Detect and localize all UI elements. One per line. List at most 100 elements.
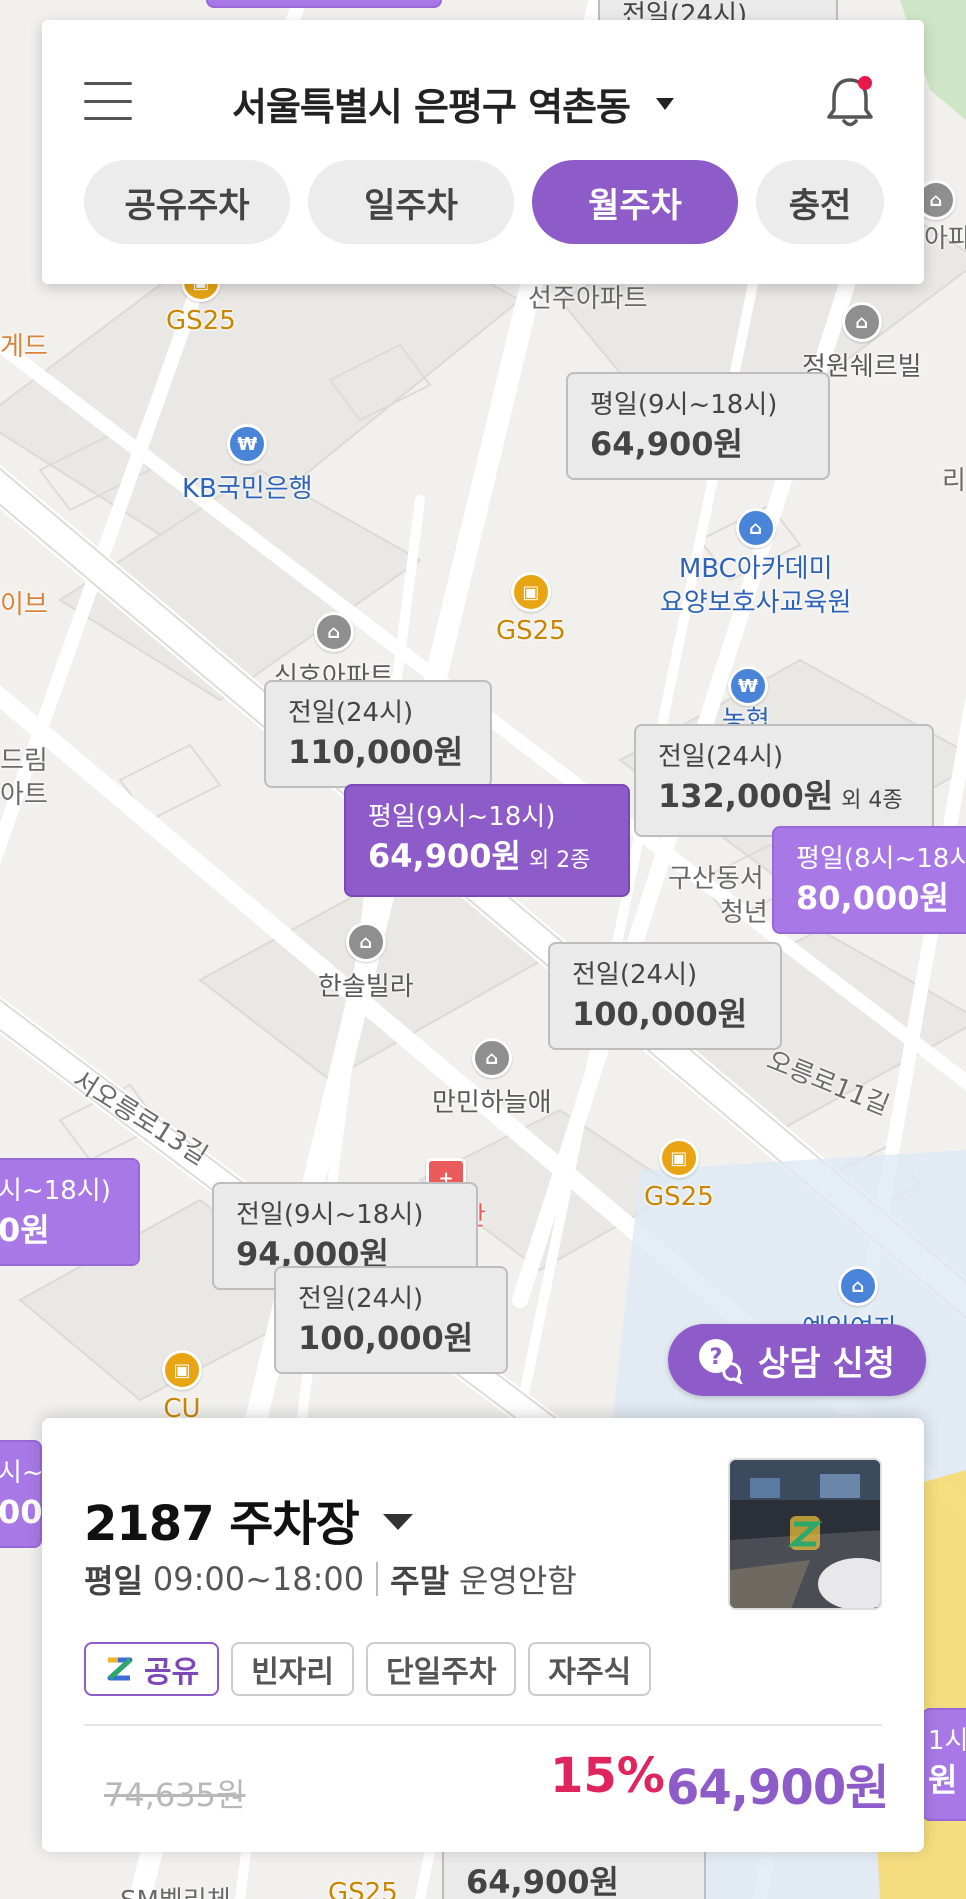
- tab-label: 월주차: [588, 185, 682, 226]
- original-price: 74,635원: [104, 1776, 246, 1814]
- operating-hours: 평일 09:00~18:00 주말 운영안함: [84, 1556, 577, 1602]
- school-poi[interactable]: ⌂: [838, 1266, 878, 1306]
- poi-label: 한솔빌라: [318, 972, 414, 1002]
- tab-shared-parking[interactable]: 공유주차: [84, 160, 290, 244]
- consult-request-button[interactable]: ? 상담 신청: [668, 1324, 926, 1396]
- marker-price: 80,000원: [796, 879, 949, 917]
- location-selector[interactable]: 서울특별시 은평구 역촌동: [232, 76, 675, 131]
- cu-store-poi[interactable]: ▣ CU: [162, 1350, 202, 1424]
- poi-label: GS25: [644, 1182, 714, 1212]
- dropdown-caret-icon: [382, 1514, 413, 1530]
- marker-type: 전일(9시~18시): [236, 1200, 424, 1230]
- marker-type: 시~18시): [0, 1176, 111, 1206]
- parking-lot-card[interactable]: 2187 주차장 평일 09:00~18:00 주말 운영안함 공유 빈자리 단…: [42, 1418, 924, 1852]
- lot-name: 2187 주차장: [84, 1496, 360, 1552]
- map-label-apa: 아파: [924, 224, 966, 254]
- marker-price: 64,900원: [466, 1863, 619, 1899]
- discount-rate: 15%: [550, 1748, 665, 1804]
- hansol-villa-poi[interactable]: ⌂ 한솔빌라: [318, 922, 414, 1003]
- marker-price: 100,000원: [572, 995, 748, 1033]
- gs25-store-poi-2[interactable]: ▣ GS25: [496, 572, 566, 646]
- price-marker[interactable]: 전일(24시) 100,000원: [274, 1266, 508, 1374]
- marker-type: 평일(9시~18시): [368, 802, 556, 832]
- tab-charging[interactable]: 충전: [756, 160, 884, 244]
- marker-price: 원: [928, 1761, 958, 1799]
- mbc-academy-poi[interactable]: ⌂ MBC아카데미 요양보호사교육원: [660, 508, 851, 620]
- manmin-poi[interactable]: ⌂ 만민하늘애: [432, 1038, 552, 1119]
- price-marker[interactable]: 시~ 00: [0, 1440, 44, 1548]
- tab-label: 충전: [788, 185, 852, 226]
- tag-self-parking: 자주식: [528, 1642, 652, 1696]
- marker-type: 평일(8시~18시): [796, 844, 966, 874]
- weekday-label: 평일: [84, 1562, 143, 1600]
- tag-label: 빈자리: [251, 1655, 335, 1690]
- marker-price: 64,900원: [590, 425, 743, 463]
- weekday-hours: 09:00~18:00: [152, 1560, 365, 1598]
- tag-shared: 공유: [84, 1642, 220, 1696]
- marker-type: 1시: [928, 1726, 966, 1756]
- price-marker[interactable]: 평일(9시~18시) 64,900원: [566, 372, 830, 480]
- marker-price: 132,000원: [658, 777, 834, 815]
- price-marker[interactable]: 1시 원외: [922, 1708, 966, 1821]
- price-marker[interactable]: 전일(24시) 110,000원: [264, 680, 492, 788]
- dropdown-caret-icon: [656, 97, 675, 110]
- marker-price: 64,900원: [368, 837, 521, 875]
- convenience-store-icon: ▣: [510, 572, 551, 612]
- price-marker[interactable]: 평일(8시~18시) 80,000원: [772, 826, 966, 934]
- price-marker-selected[interactable]: 평일(9시~18시) 64,900원 외 2종: [344, 784, 630, 897]
- jeongwon-poi[interactable]: ⌂ 정원쉐르빌: [802, 302, 922, 383]
- map-label-ri: 리: [942, 466, 966, 496]
- tag-single-parking: 단일주차: [366, 1642, 517, 1696]
- tag-vacancy: 빈자리: [231, 1642, 355, 1696]
- poi-label: KB국민은행: [182, 474, 313, 504]
- price-marker[interactable]: 전일(24시) 132,000원 외 4종: [634, 724, 934, 837]
- marker-price: 0원: [0, 1211, 50, 1249]
- z-logo-icon: [107, 1657, 133, 1681]
- marker-type: 전일(24시): [658, 742, 784, 772]
- map-label-deurim: 드림: [0, 746, 48, 776]
- building-icon: ⌂: [345, 922, 386, 962]
- marker-type: 평일(9시~18시): [590, 390, 778, 420]
- hamburger-menu-icon[interactable]: [84, 82, 132, 120]
- tab-daily-parking[interactable]: 일주차: [308, 160, 514, 244]
- tag-label: 단일주차: [386, 1655, 497, 1690]
- tag-label: 자주식: [548, 1655, 632, 1690]
- notification-badge: [858, 76, 872, 90]
- map-label-gusandong: 구산동서: [668, 864, 764, 894]
- marker-type: 시~: [0, 1458, 44, 1488]
- map-label-gede: 게드: [0, 332, 48, 362]
- price-marker[interactable]: 시~18시) 0원: [0, 1158, 140, 1266]
- weekend-label: 주말: [390, 1562, 450, 1600]
- marker-price: 110,000원: [288, 733, 464, 771]
- kb-bank-poi[interactable]: ₩ KB국민은행: [182, 424, 313, 505]
- building-icon: ⌂: [313, 612, 354, 652]
- map-label-sm: SM벨리체: [120, 1880, 231, 1899]
- lot-name-selector[interactable]: 2187 주차장: [84, 1484, 413, 1554]
- parking-type-tabs: 공유주차 일주차 월주차 충전: [84, 160, 884, 244]
- lot-feature-tags: 공유 빈자리 단일주차 자주식: [84, 1642, 652, 1696]
- school-icon: ⌂: [838, 1266, 878, 1306]
- bank-won-icon: ₩: [227, 424, 268, 464]
- poi-label: MBC아카데미 요양보호사교육원: [660, 554, 852, 618]
- gs25-store-poi-3[interactable]: ▣ GS25: [644, 1138, 714, 1212]
- price-marker[interactable]: 64,900원: [442, 1844, 706, 1899]
- marker-type: 전일(24시): [572, 960, 698, 990]
- price-marker[interactable]: 전일(24시) 100,000원: [548, 942, 782, 1050]
- lot-photo[interactable]: [728, 1458, 882, 1610]
- weekend-status: 운영안함: [459, 1562, 577, 1600]
- building-icon: ⌂: [841, 302, 882, 342]
- price-marker[interactable]: [206, 0, 442, 8]
- map-label-ibeu: 이브: [0, 590, 48, 620]
- divider: [376, 1562, 379, 1596]
- marker-type: 전일(24시): [288, 698, 414, 728]
- education-icon: ⌂: [735, 508, 776, 548]
- chat-question-icon: ?: [699, 1339, 743, 1384]
- tab-label: 공유주차: [124, 185, 250, 226]
- notification-bell-icon[interactable]: [824, 74, 876, 130]
- tab-monthly-parking[interactable]: 월주차: [532, 160, 738, 244]
- map-label-gs25-bottom: GS25: [328, 1878, 398, 1899]
- final-price: 64,900원: [666, 1760, 889, 1816]
- location-text: 서울특별시 은평구 역촌동: [232, 85, 631, 129]
- marker-type: 전일(24시): [298, 1284, 424, 1314]
- svg-text:?: ?: [710, 1345, 723, 1370]
